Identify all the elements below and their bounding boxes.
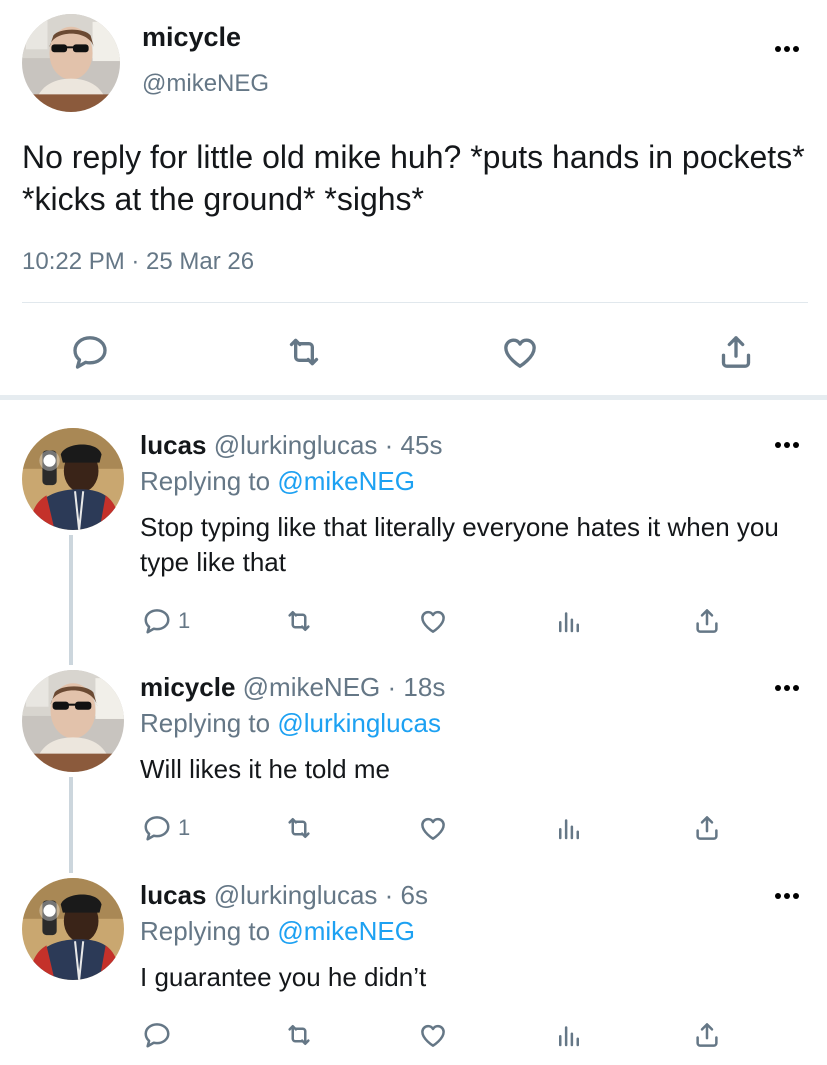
reply-age: · 18s bbox=[387, 672, 446, 702]
avatar[interactable] bbox=[22, 428, 124, 530]
reply-header: lucas @lurkinglucas · 45s bbox=[140, 430, 442, 461]
stats-icon[interactable] bbox=[554, 606, 584, 636]
reply-header: lucas @lurkinglucas · 6s bbox=[140, 880, 428, 911]
reply-icon[interactable] bbox=[70, 332, 110, 372]
replying-to-label: Replying to bbox=[140, 466, 278, 496]
more-options-icon[interactable] bbox=[774, 441, 800, 449]
retweet-icon[interactable] bbox=[284, 606, 314, 636]
tweet-text: No reply for little old mike huh? *puts … bbox=[22, 139, 805, 217]
mention-link[interactable]: @mikeNEG bbox=[277, 466, 415, 496]
tweet-text: Stop typing like that literally everyone… bbox=[140, 512, 779, 577]
reply-count: 1 bbox=[178, 815, 191, 840]
like-icon[interactable] bbox=[418, 813, 448, 843]
reply-header: micycle @mikeNEG · 18s bbox=[140, 672, 445, 703]
avatar[interactable] bbox=[22, 878, 124, 980]
mention-link[interactable]: @mikeNEG bbox=[277, 916, 415, 946]
reply-age: · 45s bbox=[384, 430, 443, 460]
more-options-icon[interactable] bbox=[774, 45, 800, 53]
stats-icon[interactable] bbox=[554, 1020, 584, 1050]
author-name[interactable]: lucas bbox=[140, 430, 207, 460]
section-divider bbox=[0, 395, 827, 400]
divider bbox=[22, 302, 808, 303]
replying-to-label: Replying to bbox=[140, 708, 278, 738]
author-handle[interactable]: @lurkinglucas bbox=[214, 430, 378, 460]
share-icon[interactable] bbox=[692, 813, 722, 843]
like-icon[interactable] bbox=[500, 332, 540, 372]
reply-age: · 6s bbox=[384, 880, 428, 910]
retweet-icon[interactable] bbox=[284, 332, 324, 372]
author-name[interactable]: micycle bbox=[142, 22, 241, 53]
retweet-icon[interactable] bbox=[284, 1020, 314, 1050]
author-handle[interactable]: @lurkinglucas bbox=[214, 880, 378, 910]
tweet-text: Will likes it he told me bbox=[140, 754, 390, 784]
stats-icon[interactable] bbox=[554, 813, 584, 843]
more-options-icon[interactable] bbox=[774, 684, 800, 692]
replying-to: Replying to @mikeNEG bbox=[140, 466, 415, 497]
retweet-icon[interactable] bbox=[284, 813, 314, 843]
replying-to: Replying to @mikeNEG bbox=[140, 916, 415, 947]
reply-count: 1 bbox=[178, 608, 191, 633]
author-handle[interactable]: @mikeNEG bbox=[142, 70, 269, 98]
avatar[interactable] bbox=[22, 670, 124, 772]
reply-icon[interactable] bbox=[142, 1020, 172, 1050]
like-icon[interactable] bbox=[418, 1020, 448, 1050]
reply-icon[interactable] bbox=[142, 606, 172, 636]
mention-link[interactable]: @lurkinglucas bbox=[277, 708, 441, 738]
tweet-text: I guarantee you he didn’t bbox=[140, 962, 427, 992]
thread-line bbox=[69, 535, 73, 665]
share-icon[interactable] bbox=[692, 606, 722, 636]
share-icon[interactable] bbox=[692, 1020, 722, 1050]
author-handle[interactable]: @mikeNEG bbox=[243, 672, 381, 702]
share-icon[interactable] bbox=[716, 332, 756, 372]
like-icon[interactable] bbox=[418, 606, 448, 636]
replying-to-label: Replying to bbox=[140, 916, 278, 946]
avatar[interactable] bbox=[22, 14, 120, 112]
tweet-timestamp[interactable]: 10:22 PM · 25 Mar 26 bbox=[22, 248, 254, 276]
author-name[interactable]: lucas bbox=[140, 880, 207, 910]
author-name[interactable]: micycle bbox=[140, 672, 235, 702]
reply-icon[interactable] bbox=[142, 813, 172, 843]
thread-line bbox=[69, 777, 73, 873]
replying-to: Replying to @lurkinglucas bbox=[140, 708, 441, 739]
more-options-icon[interactable] bbox=[774, 892, 800, 900]
